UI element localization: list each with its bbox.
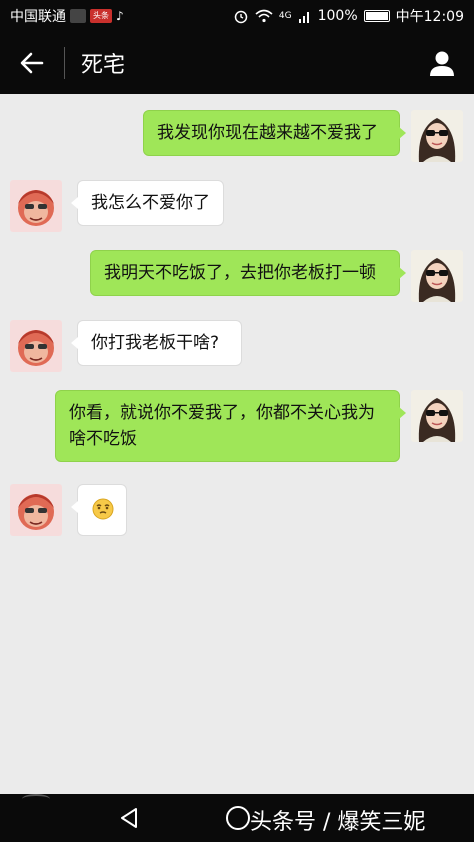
network-type-label: 4G — [278, 11, 292, 21]
girl-avatar-image — [411, 110, 463, 162]
incoming-emoji-bubble[interactable] — [71, 484, 127, 536]
battery-percent: 100% — [317, 8, 358, 24]
status-right: 4G 100% 中午12:09 — [233, 6, 464, 26]
incoming-message-bubble[interactable]: 我怎么不爱你了 — [71, 180, 224, 226]
watermark-text: 头条号 / 爆笑三妮 — [250, 810, 426, 835]
triangle-back-icon — [121, 808, 137, 828]
outgoing-message-bubble[interactable]: 你看，就说你不爱我了，你都不关心我为啥不吃饭 — [55, 390, 406, 462]
chat-title: 死宅 — [81, 53, 126, 78]
system-nav-bar: 头条号 / 爆笑三妮 — [0, 794, 474, 842]
outgoing-message-bubble[interactable]: 我明天不吃饭了，去把你老板打一顿 — [90, 250, 406, 296]
my-avatar[interactable] — [411, 250, 463, 302]
news-app-icon: 头条 — [90, 9, 112, 23]
alarm-icon — [234, 10, 248, 24]
my-avatar[interactable] — [411, 110, 463, 162]
incoming-message-bubble[interactable]: 你打我老板干啥? — [71, 320, 242, 366]
cartoon-avatar-image — [10, 180, 62, 232]
status-bar: 中国联通 头条 ♪ 4G 100% 中午12:09 — [0, 0, 474, 32]
battery-icon — [363, 10, 390, 22]
system-home-button[interactable] — [226, 806, 250, 830]
girl-avatar-image — [411, 250, 463, 302]
chat-header: 死宅 — [0, 32, 474, 94]
cartoon-avatar-image — [10, 484, 62, 536]
back-button[interactable] — [0, 32, 64, 94]
signal-icon — [298, 12, 309, 23]
clock: 中午12:09 — [395, 9, 464, 25]
arrow-left-icon — [20, 52, 44, 74]
wifi-icon — [255, 9, 273, 23]
contact-profile-button[interactable] — [410, 32, 474, 94]
tiktok-icon: ♪ — [116, 9, 124, 23]
thinking-emoji-icon — [92, 498, 114, 520]
contact-avatar[interactable] — [10, 180, 62, 232]
my-avatar[interactable] — [411, 390, 463, 442]
app-notification-icon — [70, 9, 86, 23]
status-left: 中国联通 头条 ♪ — [10, 6, 124, 26]
person-icon — [430, 51, 454, 76]
chat-area[interactable]: 我发现你现在越来越不爱我了 我怎么不爱你了 我明天不吃饭了，去把你老板打一顿 你… — [0, 94, 474, 794]
system-back-button[interactable] — [118, 806, 140, 834]
nav-partial-shape — [22, 794, 50, 804]
outgoing-message-bubble[interactable]: 我发现你现在越来越不爱我了 — [143, 110, 406, 156]
girl-avatar-image — [411, 390, 463, 442]
contact-avatar[interactable] — [10, 484, 62, 536]
header-divider — [64, 47, 65, 79]
contact-avatar[interactable] — [10, 320, 62, 372]
carrier-label: 中国联通 — [10, 9, 66, 25]
cartoon-avatar-image — [10, 320, 62, 372]
